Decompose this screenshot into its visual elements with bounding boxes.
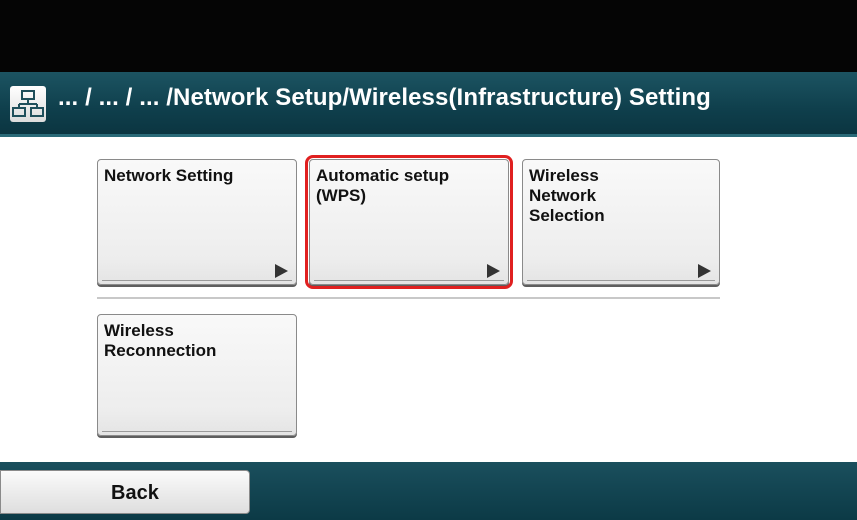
wireless-reconnection-label: Wireless Reconnection bbox=[104, 321, 217, 360]
automatic-setup-wps-button[interactable]: Automatic setup (WPS) bbox=[305, 155, 513, 289]
network-setting-button[interactable]: Network Setting bbox=[97, 159, 297, 285]
printer-panel-screen: ... / ... / ... /Network Setup/Wireless(… bbox=[0, 0, 857, 520]
bottom-bar: Back bbox=[0, 462, 857, 520]
top-black-band bbox=[0, 0, 857, 72]
tile-underline bbox=[102, 431, 292, 432]
breadcrumb: ... / ... / ... /Network Setup/Wireless(… bbox=[58, 84, 711, 111]
wireless-reconnection-button[interactable]: Wireless Reconnection bbox=[97, 314, 297, 436]
tile-underline bbox=[527, 280, 715, 281]
network-setting-label: Network Setting bbox=[104, 166, 234, 185]
network-icon bbox=[10, 86, 46, 122]
arrow-right-icon bbox=[698, 264, 711, 278]
wireless-network-selection-button[interactable]: Wireless Network Selection bbox=[522, 159, 720, 285]
back-button[interactable]: Back bbox=[0, 470, 250, 514]
tile-underline bbox=[102, 280, 292, 281]
arrow-right-icon bbox=[275, 264, 288, 278]
title-bar: ... / ... / ... /Network Setup/Wireless(… bbox=[0, 72, 857, 137]
row-divider bbox=[97, 297, 720, 299]
tile-underline bbox=[314, 280, 504, 281]
arrow-right-icon bbox=[487, 264, 500, 278]
back-label: Back bbox=[111, 482, 159, 504]
wireless-network-selection-label: Wireless Network Selection bbox=[529, 166, 605, 225]
automatic-setup-wps-label: Automatic setup (WPS) bbox=[316, 166, 450, 205]
menu-area: Network Setting Automatic setup (WPS) Wi… bbox=[0, 137, 857, 462]
